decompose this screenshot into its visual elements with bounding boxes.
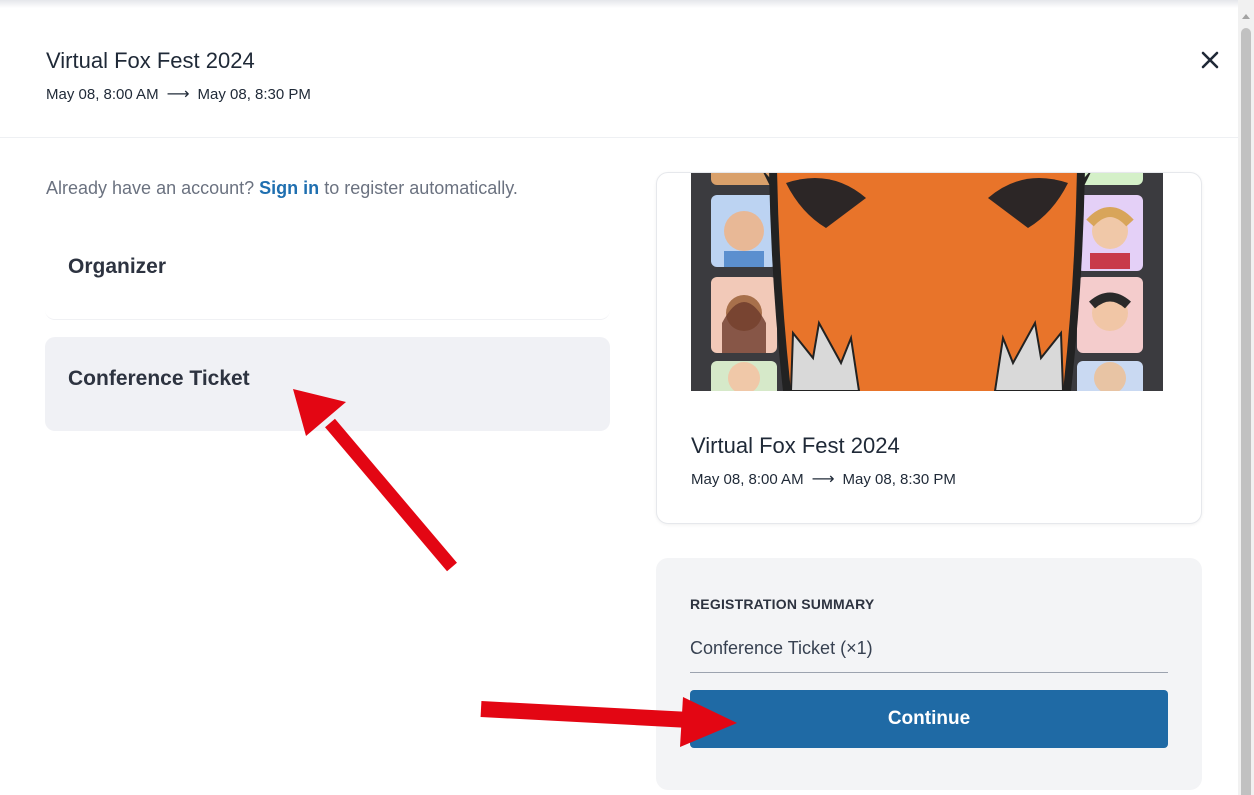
event-card: Virtual Fox Fest 2024 May 08, 8:00 AM ⟶ … (656, 172, 1202, 524)
registration-summary: REGISTRATION SUMMARY Conference Ticket (… (656, 558, 1202, 790)
summary-heading: REGISTRATION SUMMARY (690, 596, 875, 612)
close-button[interactable] (1194, 44, 1226, 76)
ticket-label: Conference Ticket (68, 367, 250, 390)
summary-line-item: Conference Ticket (×1) (690, 638, 873, 658)
event-title: Virtual Fox Fest 2024 (46, 48, 255, 73)
event-banner-image (691, 173, 1163, 391)
arrow-right-icon: ⟶ (811, 471, 835, 488)
ticket-option-organizer[interactable]: Organizer (45, 224, 610, 320)
event-start: May 08, 8:00 AM (46, 85, 159, 103)
card-event-title: Virtual Fox Fest 2024 (691, 433, 900, 458)
close-icon (1201, 51, 1219, 69)
signin-prompt: Already have an account? Sign in to regi… (46, 178, 518, 199)
vertical-scrollbar[interactable] (1238, 0, 1254, 795)
continue-button[interactable]: Continue (690, 690, 1168, 748)
signin-link[interactable]: Sign in (259, 178, 319, 198)
event-end: May 08, 8:30 PM (197, 85, 311, 103)
ticket-label: Organizer (68, 255, 167, 278)
card-event-end: May 08, 8:30 PM (842, 470, 956, 488)
summary-divider (690, 672, 1168, 673)
signin-suffix: to register automatically. (324, 178, 518, 198)
scroll-thumb[interactable] (1241, 28, 1251, 795)
card-event-dates: May 08, 8:00 AM ⟶ May 08, 8:30 PM (691, 469, 956, 489)
scroll-up-icon[interactable] (1242, 14, 1250, 19)
event-dates: May 08, 8:00 AM ⟶ May 08, 8:30 PM (46, 84, 311, 104)
dialog-header: Virtual Fox Fest 2024 May 08, 8:00 AM ⟶ … (0, 0, 1238, 138)
arrow-right-icon: ⟶ (166, 86, 190, 103)
ticket-option-conference[interactable]: Conference Ticket (45, 337, 610, 431)
signin-prefix: Already have an account? (46, 178, 255, 198)
card-event-start: May 08, 8:00 AM (691, 470, 804, 488)
